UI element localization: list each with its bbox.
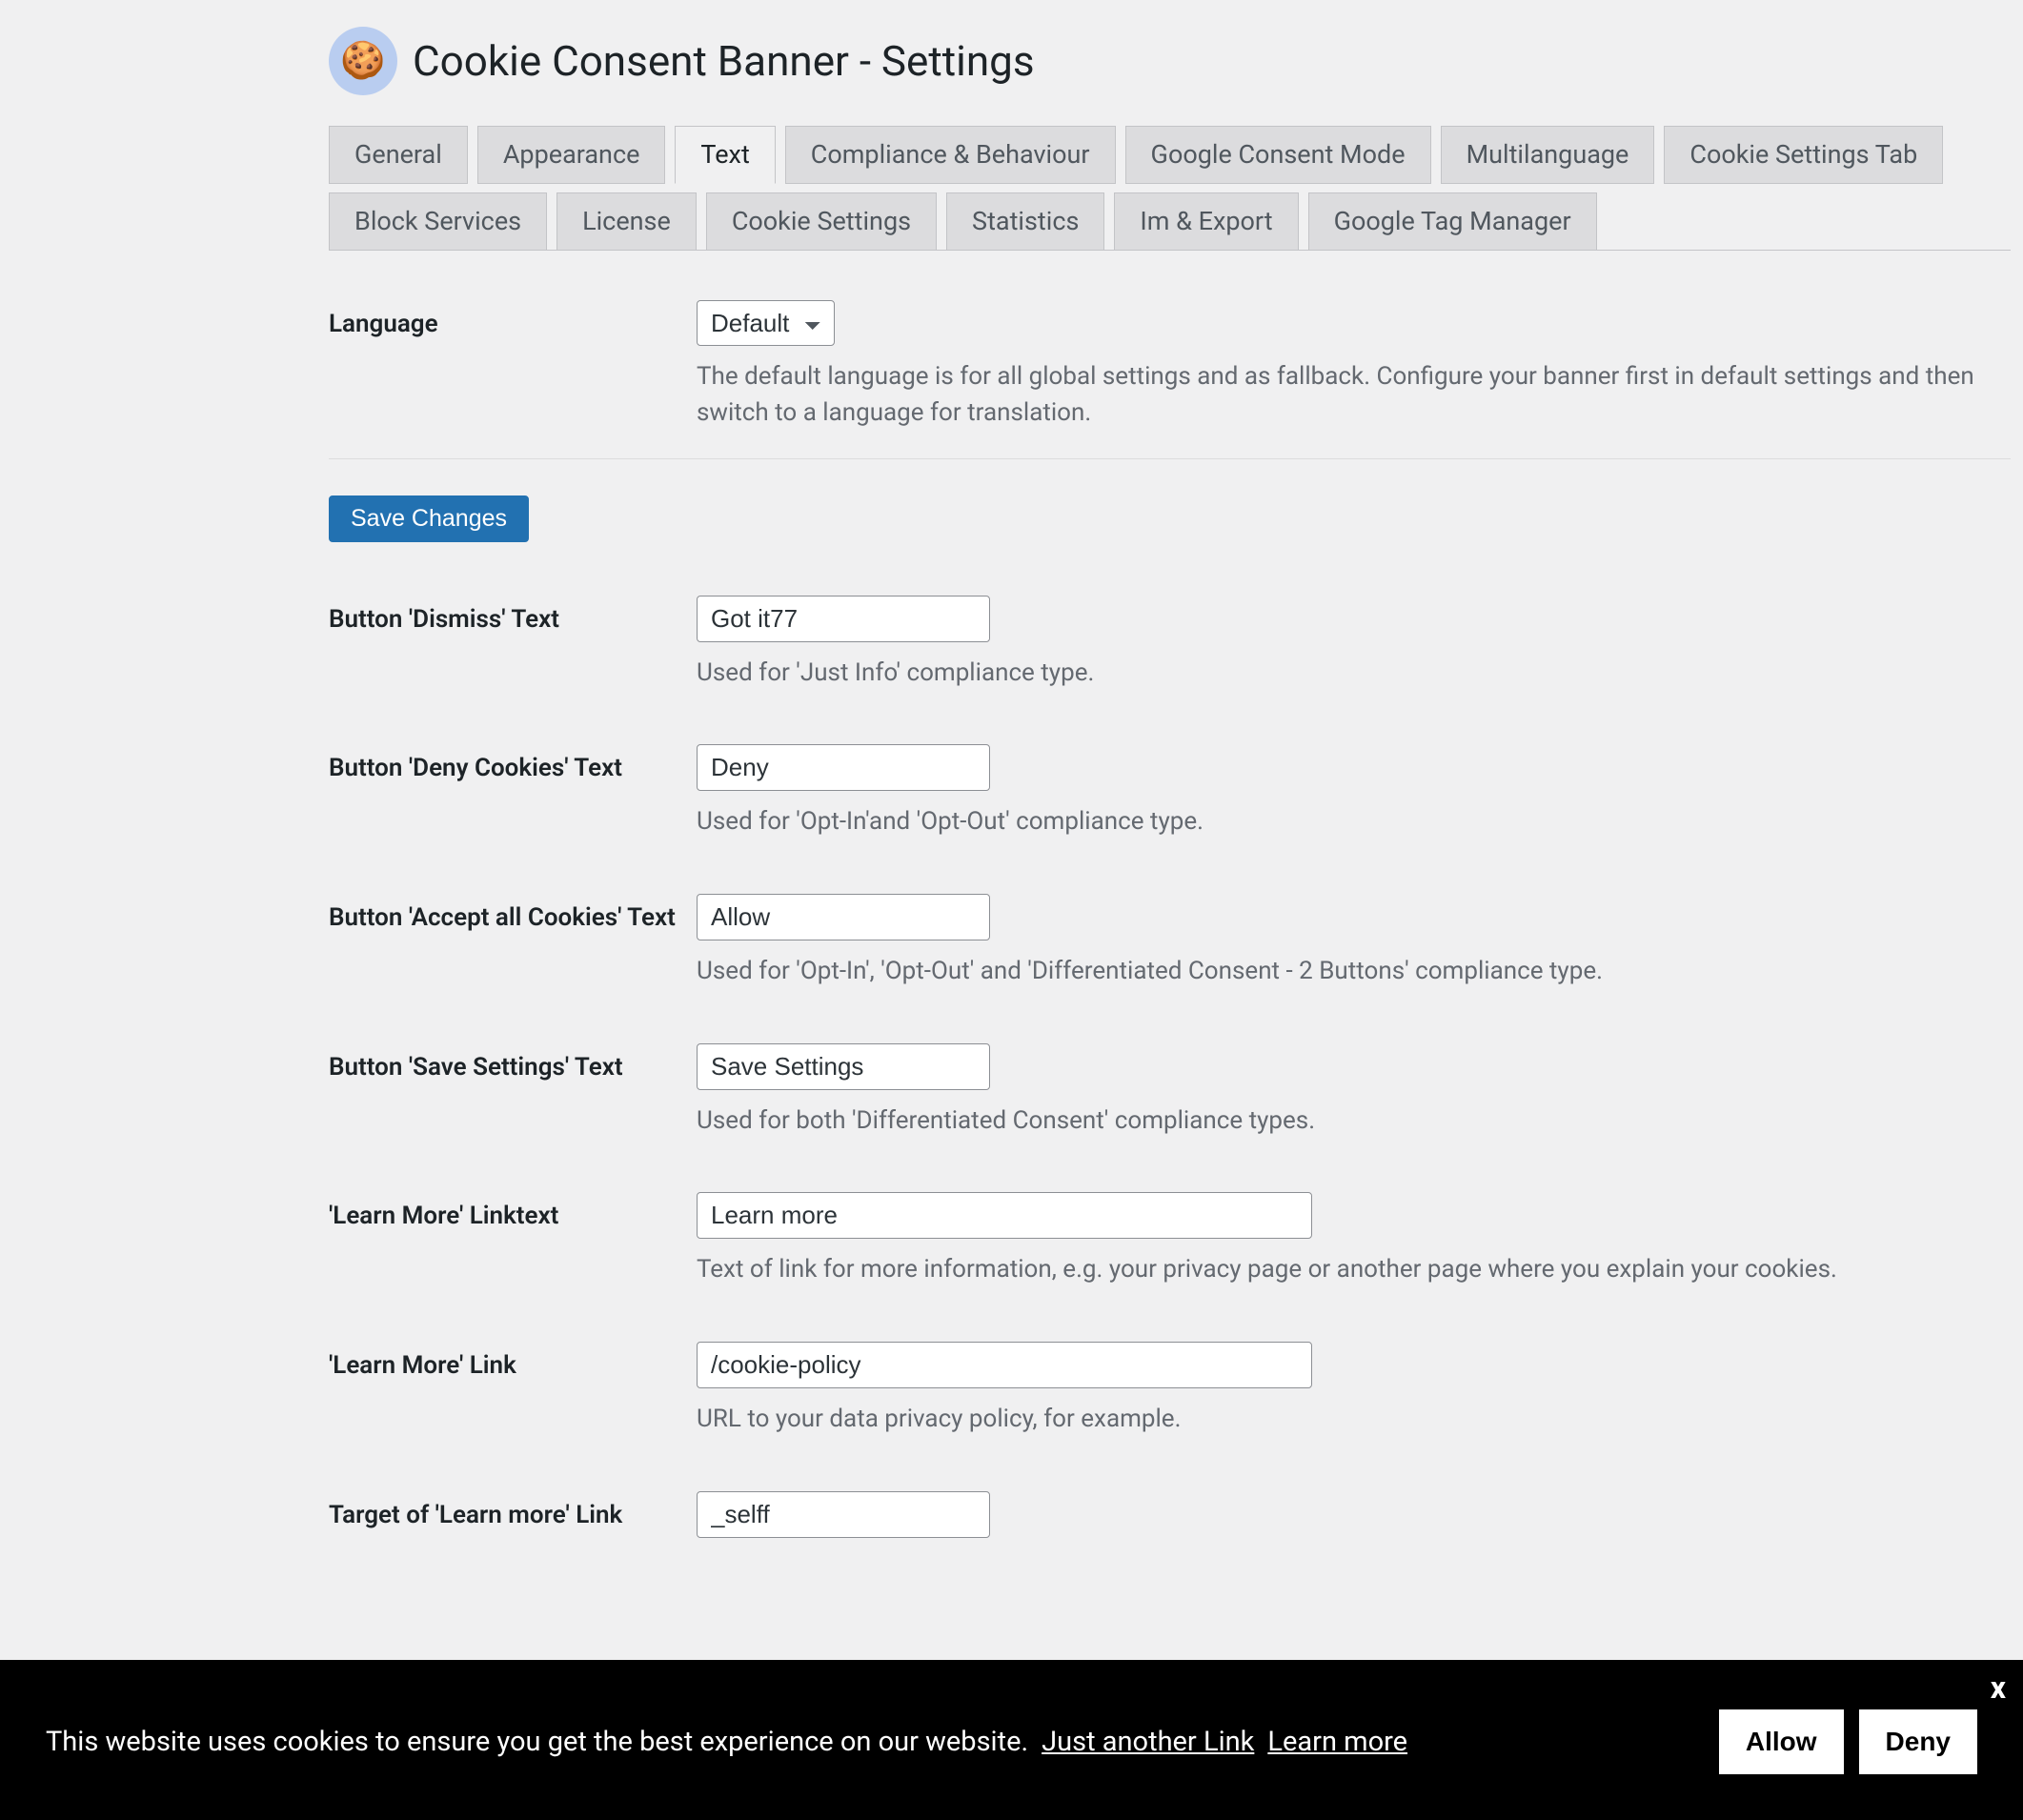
label-dismiss: Button 'Dismiss' Text (329, 596, 697, 692)
cookie-consent-banner: x This website uses cookies to ensure yo… (0, 1660, 2023, 1820)
tab-gcm[interactable]: Google Consent Mode (1125, 126, 1431, 184)
input-deny[interactable] (697, 744, 990, 791)
label-learnmore_target: Target of 'Learn more' Link (329, 1491, 697, 1538)
input-learnmore_link[interactable] (697, 1342, 1312, 1388)
label-savesettings: Button 'Save Settings' Text (329, 1043, 697, 1140)
save-row: Save Changes (329, 459, 2011, 569)
tab-appearance[interactable]: Appearance (477, 126, 666, 184)
tab-license[interactable]: License (556, 192, 697, 251)
row-savesettings: Button 'Save Settings' TextUsed for both… (329, 1017, 2011, 1166)
label-deny: Button 'Deny Cookies' Text (329, 744, 697, 840)
tab-compliance[interactable]: Compliance & Behaviour (785, 126, 1116, 184)
label-language: Language (329, 300, 697, 431)
desc-learnmore_text: Text of link for more information, e.g. … (697, 1252, 1993, 1288)
desc-learnmore_link: URL to your data privacy policy, for exa… (697, 1402, 1993, 1438)
banner-link-learn-more[interactable]: Learn more (1267, 1726, 1407, 1758)
desc-dismiss: Used for 'Just Info' compliance type. (697, 656, 1993, 692)
input-savesettings[interactable] (697, 1043, 990, 1090)
input-learnmore_target[interactable] (697, 1491, 990, 1538)
tab-cookiesettings[interactable]: Cookie Settings (706, 192, 937, 251)
tab-statistics[interactable]: Statistics (946, 192, 1104, 251)
tab-block[interactable]: Block Services (329, 192, 547, 251)
banner-close-icon[interactable]: x (1991, 1669, 2006, 1706)
tab-settingstab[interactable]: Cookie Settings Tab (1664, 126, 1943, 184)
banner-link-another[interactable]: Just another Link (1042, 1726, 1254, 1758)
tab-text[interactable]: Text (675, 126, 775, 184)
row-accept: Button 'Accept all Cookies' TextUsed for… (329, 867, 2011, 1017)
row-language: Language Default The default language is… (329, 273, 2011, 458)
save-changes-button[interactable]: Save Changes (329, 495, 529, 542)
label-learnmore_text: 'Learn More' Linktext (329, 1192, 697, 1288)
input-learnmore_text[interactable] (697, 1192, 1312, 1239)
tab-multilang[interactable]: Multilanguage (1441, 126, 1655, 184)
input-dismiss[interactable] (697, 596, 990, 642)
page-header: 🍪 Cookie Consent Banner - Settings (329, 27, 1985, 95)
language-select[interactable]: Default (697, 300, 835, 346)
tab-imexport[interactable]: Im & Export (1114, 192, 1298, 251)
label-learnmore_link: 'Learn More' Link (329, 1342, 697, 1438)
row-learnmore_text: 'Learn More' LinktextText of link for mo… (329, 1165, 2011, 1315)
row-learnmore_target: Target of 'Learn more' Link (329, 1465, 2011, 1565)
label-accept: Button 'Accept all Cookies' Text (329, 894, 697, 990)
row-learnmore_link: 'Learn More' LinkURL to your data privac… (329, 1315, 2011, 1465)
input-accept[interactable] (697, 894, 990, 940)
settings-tabs: GeneralAppearanceTextCompliance & Behavi… (329, 126, 2011, 251)
desc-savesettings: Used for both 'Differentiated Consent' c… (697, 1103, 1993, 1140)
row-deny: Button 'Deny Cookies' TextUsed for 'Opt-… (329, 718, 2011, 867)
language-desc: The default language is for all global s… (697, 359, 1993, 431)
banner-allow-button[interactable]: Allow (1719, 1709, 1844, 1774)
tab-gtm[interactable]: Google Tag Manager (1308, 192, 1597, 251)
tab-general[interactable]: General (329, 126, 468, 184)
desc-accept: Used for 'Opt-In', 'Opt-Out' and 'Differ… (697, 954, 1993, 990)
banner-message: This website uses cookies to ensure you … (46, 1726, 1028, 1758)
row-dismiss: Button 'Dismiss' TextUsed for 'Just Info… (329, 569, 2011, 718)
desc-deny: Used for 'Opt-In'and 'Opt-Out' complianc… (697, 804, 1993, 840)
banner-deny-button[interactable]: Deny (1859, 1709, 1977, 1774)
cookie-logo-icon: 🍪 (329, 27, 397, 95)
page-title: Cookie Consent Banner - Settings (413, 36, 1035, 86)
